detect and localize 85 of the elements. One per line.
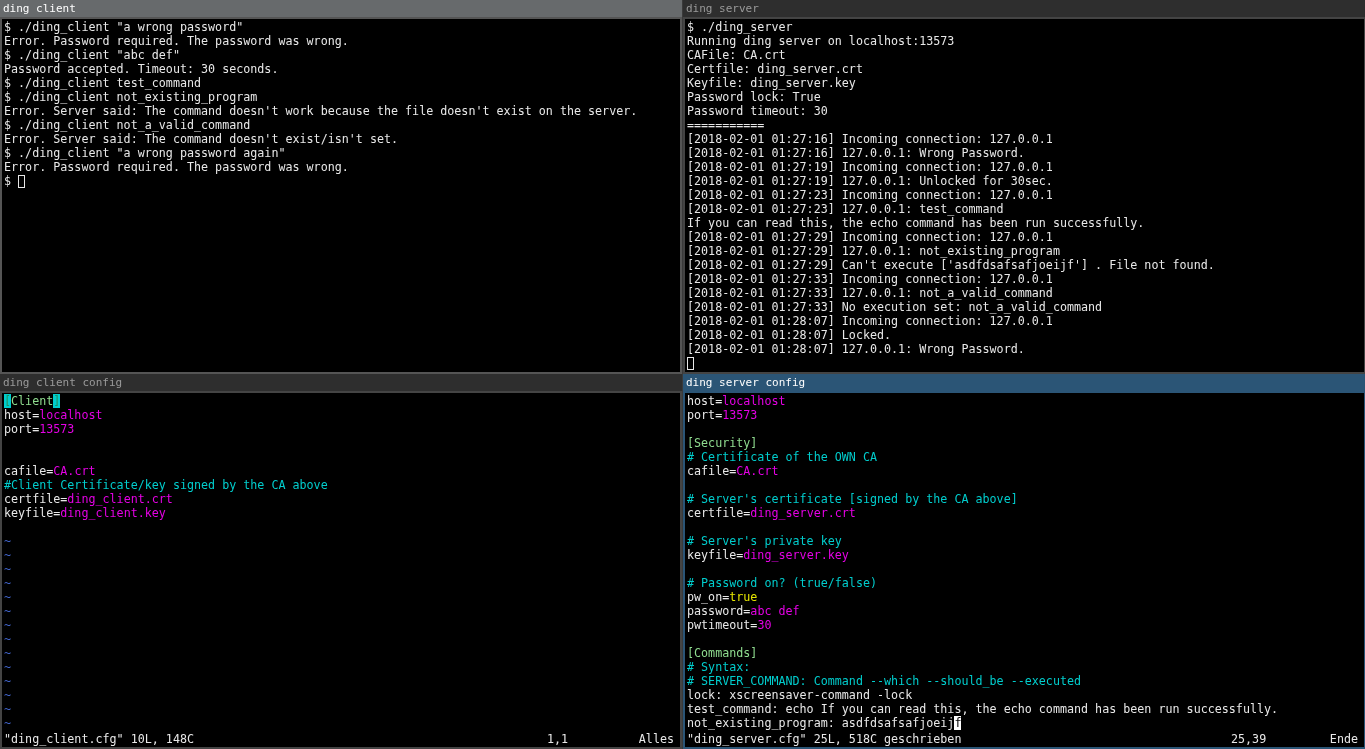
- empty-line-marker: ~: [4, 618, 12, 632]
- pane-title: ding client: [0, 0, 682, 17]
- status-message: "ding_server.cfg" 25L, 518C geschrieben: [687, 732, 962, 746]
- terminal-line: [2018-02-01 01:27:16] 127.0.0.1: Wrong Password.: [687, 146, 1025, 160]
- terminal-line: $ ./ding_client "abc def": [4, 48, 180, 62]
- terminal-line: Running ding server on localhost:13573: [687, 34, 955, 48]
- terminal-line: [2018-02-01 01:27:23] Incoming connection: 127.0.0.1: [687, 188, 1053, 202]
- terminal-line: [2018-02-01 01:27:23] 127.0.0.1: test_command: [687, 202, 1004, 216]
- empty-line-marker: ~: [4, 716, 12, 730]
- code-line: lock: xscreensaver-command -lock: [687, 688, 913, 702]
- terminal-line: If you can read this, the echo command has been run successfully.: [687, 216, 1145, 230]
- code-line: pw_on=true: [687, 590, 758, 604]
- terminal-line: $ ./ding_client not_existing_program: [4, 90, 258, 104]
- code-line: cafile=CA.crt: [687, 464, 779, 478]
- empty-line-marker: ~: [4, 646, 12, 660]
- code-line: host=localhost: [687, 394, 786, 408]
- empty-line-marker: ~: [4, 660, 12, 674]
- status-message: "ding_client.cfg" 10L, 148C: [4, 732, 194, 746]
- cursor-position: 1,1: [547, 732, 569, 746]
- empty-line-marker: ~: [4, 562, 12, 576]
- terminal-line: [2018-02-01 01:28:07] Locked.: [687, 328, 892, 342]
- terminal-line: $ ./ding_client "a wrong password again": [4, 146, 286, 160]
- code-line: keyfile=ding_server.key: [687, 548, 849, 562]
- code-line: test_command: echo If you can read this, the echo command has been run successfully.: [687, 702, 1279, 716]
- code-line: # Password on? (true/false): [687, 576, 877, 590]
- pane-title: ding client config: [0, 374, 682, 391]
- empty-line-marker: ~: [4, 604, 12, 618]
- empty-line-marker: ~: [4, 534, 12, 548]
- terminal-line: Keyfile: ding_server.key: [687, 76, 856, 90]
- terminal-line: $ ./ding_client test_command: [4, 76, 202, 90]
- terminal-line: $ ./ding_client not_a_valid_command: [4, 118, 251, 132]
- terminal-line: [2018-02-01 01:27:33] No execution set: not_a_valid_command: [687, 300, 1103, 314]
- code-line: password=abc def: [687, 604, 800, 618]
- empty-line-marker: ~: [4, 688, 12, 702]
- code-line: certfile=ding_server.crt: [687, 506, 856, 520]
- terminal-line: CAFile: CA.crt: [687, 48, 786, 62]
- terminal-line: $ ./ding_server: [687, 20, 793, 34]
- cursor-position: 25,39: [1231, 732, 1267, 746]
- code-line: # Server's certificate [signed by the CA above]: [687, 492, 1018, 506]
- scroll-position: Alles: [638, 732, 674, 746]
- empty-line-marker: ~: [4, 674, 12, 688]
- pane-title: ding server config: [683, 374, 1365, 391]
- empty-line-marker: ~: [4, 632, 12, 646]
- terminal-line: [2018-02-01 01:28:07] Incoming connection: 127.0.0.1: [687, 314, 1053, 328]
- terminal-line: $ ./ding_client "a wrong password": [4, 20, 244, 34]
- pane-title: ding server: [683, 0, 1365, 17]
- code-line: port=13573: [4, 422, 75, 436]
- code-line: certfile=ding_client.crt: [4, 492, 173, 506]
- code-line: # SERVER_COMMAND: Command --which --should_be --executed: [687, 674, 1082, 688]
- empty-line-marker: ~: [4, 702, 12, 716]
- terminal-line: [2018-02-01 01:27:19] 127.0.0.1: Unlocked for 30sec.: [687, 174, 1053, 188]
- terminal-line: Certfile: ding_server.crt: [687, 62, 863, 76]
- code-line: #Client Certificate/key signed by the CA above: [4, 478, 328, 492]
- terminal-line: [2018-02-01 01:27:29] 127.0.0.1: not_existing_program: [687, 244, 1060, 258]
- terminal-line: [2018-02-01 01:27:33] 127.0.0.1: not_a_valid_command: [687, 286, 1053, 300]
- code-line: pwtimeout=30: [687, 618, 772, 632]
- terminal-line: [2018-02-01 01:27:29] Can't execute ['asdfdsafsafjoeijf'] . File not found.: [687, 258, 1215, 272]
- code-line: keyfile=ding_client.key: [4, 506, 166, 520]
- scroll-position: Ende: [1329, 732, 1358, 746]
- terminal-line: [2018-02-01 01:27:19] Incoming connection: 127.0.0.1: [687, 160, 1053, 174]
- empty-line-marker: ~: [4, 590, 12, 604]
- terminal-line: $: [4, 174, 12, 188]
- terminal-line: [2018-02-01 01:27:33] Incoming connection: 127.0.0.1: [687, 272, 1053, 286]
- terminal-line: ===========: [687, 118, 765, 132]
- code-line: cafile=CA.crt: [4, 464, 96, 478]
- terminal-line: Error. Password required. The password was wrong.: [4, 160, 349, 174]
- terminal-line: [2018-02-01 01:27:29] Incoming connection: 127.0.0.1: [687, 230, 1053, 244]
- empty-line-marker: ~: [4, 576, 12, 590]
- empty-line-marker: ~: [4, 548, 12, 562]
- code-line: # Certificate of the OWN CA: [687, 450, 877, 464]
- terminal-line: Error. Password required. The password was wrong.: [4, 34, 349, 48]
- terminal-line: Error. Server said: The command doesn't work because the file doesn't exist on the server.: [4, 104, 638, 118]
- code-line: # Server's private key: [687, 534, 842, 548]
- terminal-line: Password lock: True: [687, 90, 821, 104]
- terminal-line: Password timeout: 30: [687, 104, 828, 118]
- terminal-line: Error. Server said: The command doesn't exist/isn't set.: [4, 132, 399, 146]
- code-line: port=13573: [687, 408, 758, 422]
- code-line: host=localhost: [4, 408, 103, 422]
- terminal-line: [2018-02-01 01:28:07] 127.0.0.1: Wrong Password.: [687, 342, 1025, 356]
- terminal-line: [2018-02-01 01:27:16] Incoming connection: 127.0.0.1: [687, 132, 1053, 146]
- code-line: not_existing_program: asdfdsafsafjoeij f: [687, 716, 962, 730]
- code-line: [Commands]: [687, 646, 758, 660]
- code-line: # Syntax:: [687, 660, 751, 674]
- terminal-line: Password accepted. Timeout: 30 seconds.: [4, 62, 279, 76]
- code-line: [Security]: [687, 436, 758, 450]
